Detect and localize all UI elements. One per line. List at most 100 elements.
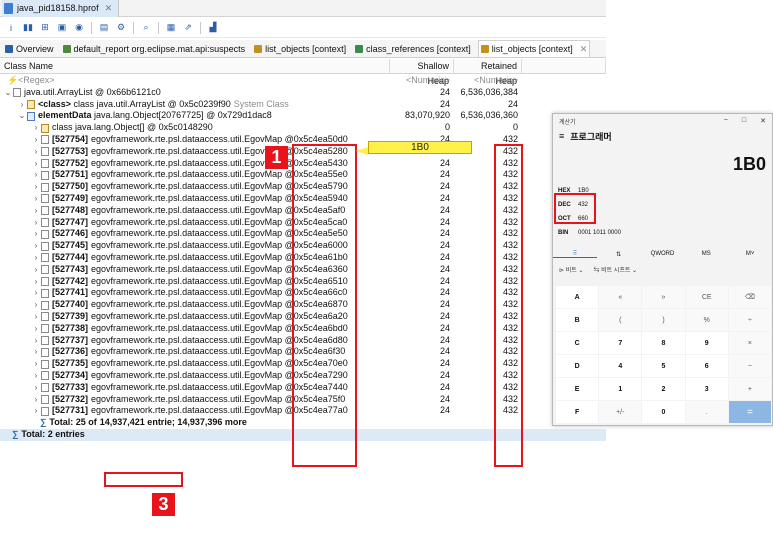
expand-right-icon[interactable]: › (32, 346, 40, 358)
column-header-retained-heap[interactable]: Retained Heap (454, 59, 522, 86)
expand-right-icon[interactable]: › (32, 335, 40, 347)
expand-right-icon[interactable]: › (32, 252, 40, 264)
key-17[interactable]: 5 (642, 355, 685, 377)
info-icon[interactable]: i (4, 21, 18, 35)
key-28[interactable]: . (685, 401, 728, 423)
bitwise-dropdown[interactable]: ⊳ 비트 ⌄ (559, 265, 583, 274)
key-25[interactable]: F (556, 401, 599, 423)
expand-right-icon[interactable]: › (32, 287, 40, 299)
key-4[interactable]: ⌫ (728, 286, 771, 308)
calc-tab-4[interactable]: M˅ (728, 251, 772, 257)
expand-right-icon[interactable]: › (32, 311, 40, 323)
key-12[interactable]: 8 (642, 332, 685, 354)
regex-filter-input[interactable]: <Regex> (18, 75, 55, 87)
subtab-2[interactable]: list_objects [context] (252, 40, 348, 57)
key-6[interactable]: ( (599, 309, 642, 331)
key-15[interactable]: D (556, 355, 599, 377)
key-0[interactable]: A (556, 286, 599, 308)
export-icon[interactable]: ⇗ (181, 21, 195, 35)
calc-tab-1[interactable]: ⇅ (597, 251, 641, 258)
key-8[interactable]: % (685, 309, 728, 331)
expand-right-icon[interactable]: › (32, 193, 40, 205)
key-1[interactable]: « (599, 286, 642, 308)
key-16[interactable]: 4 (599, 355, 642, 377)
key-21[interactable]: 1 (599, 378, 642, 400)
expand-right-icon[interactable]: › (32, 169, 40, 181)
key-10[interactable]: C (556, 332, 599, 354)
column-header-shallow-heap[interactable]: Shallow Heap (390, 59, 454, 86)
key-27[interactable]: 0 (642, 401, 685, 423)
calc-tab-0[interactable]: ⠿ (553, 250, 597, 258)
expand-right-icon[interactable]: › (32, 158, 40, 170)
table-row[interactable]: › class java.lang.Object[] @ 0x5c0148290 0… (0, 122, 606, 134)
minimize-icon[interactable]: − (724, 117, 728, 125)
retained-filter-input[interactable]: <Numeric> (454, 75, 522, 87)
key-22[interactable]: 2 (642, 378, 685, 400)
close-icon[interactable]: ✕ (105, 3, 113, 14)
table-row[interactable]: › <class> class java.util.ArrayList @ 0x5… (0, 99, 606, 111)
key-23[interactable]: 3 (685, 378, 728, 400)
expand-right-icon[interactable]: › (32, 146, 40, 158)
expand-right-icon[interactable]: › (32, 276, 40, 288)
expand-right-icon[interactable]: › (32, 405, 40, 417)
expand-right-icon[interactable]: › (32, 358, 40, 370)
key-29[interactable]: = (728, 401, 771, 423)
hamburger-menu-icon[interactable]: ≡ (559, 131, 564, 141)
filter-row[interactable]: ⚡ <Regex> <Numeric> <Numeric> (0, 75, 606, 87)
expand-right-icon[interactable]: › (32, 299, 40, 311)
key-24[interactable]: + (728, 378, 771, 400)
close-icon[interactable]: ✕ (760, 117, 766, 125)
key-26[interactable]: +/- (599, 401, 642, 423)
report-icon[interactable]: ▤ (97, 21, 111, 35)
search-icon[interactable]: ⌕ (139, 21, 153, 35)
thread-icon[interactable]: ◉ (72, 21, 86, 35)
dominator-tree-icon[interactable]: ⊞ (38, 21, 52, 35)
expand-right-icon[interactable]: › (32, 323, 40, 335)
key-20[interactable]: E (556, 378, 599, 400)
oql-icon[interactable]: ▣ (55, 21, 69, 35)
key-5[interactable]: B (556, 309, 599, 331)
expand-right-icon[interactable]: › (32, 394, 40, 406)
table-row[interactable]: ⌄ java.util.ArrayList @ 0x66b6121c0 24 6,53… (0, 87, 606, 99)
key-18[interactable]: 6 (685, 355, 728, 377)
close-icon[interactable]: ✕ (580, 44, 588, 55)
calc-tab-3[interactable]: MS (684, 251, 728, 257)
key-13[interactable]: 9 (685, 332, 728, 354)
key-11[interactable]: 7 (599, 332, 642, 354)
expand-down-icon[interactable]: ⌄ (4, 87, 12, 99)
shallow-filter-input[interactable]: <Numeric> (390, 75, 454, 87)
hprof-file-tab[interactable]: java_pid18158.hprof ✕ (2, 0, 120, 17)
key-3[interactable]: CE (685, 286, 728, 308)
subtab-4[interactable]: list_objects [context] ✕ (477, 40, 591, 57)
key-2[interactable]: » (642, 286, 685, 308)
expand-down-icon[interactable]: ⌄ (18, 110, 26, 122)
key-7[interactable]: ) (642, 309, 685, 331)
subtab-1[interactable]: default_report org.eclipse.mat.api:suspe… (61, 40, 248, 57)
histogram-icon[interactable]: ▮▮ (21, 21, 35, 35)
expand-right-icon[interactable]: › (32, 217, 40, 229)
expand-right-icon[interactable]: › (18, 99, 26, 111)
expand-right-icon[interactable]: › (32, 181, 40, 193)
expand-right-icon[interactable]: › (32, 240, 40, 252)
expand-right-icon[interactable]: › (32, 134, 40, 146)
expand-right-icon[interactable]: › (32, 264, 40, 276)
key-9[interactable]: ÷ (728, 309, 771, 331)
subtab-3[interactable]: class_references [context] (353, 40, 473, 57)
table-row[interactable]: ⌄ elementData java.lang.Object[20767725] … (0, 110, 606, 122)
expand-right-icon[interactable]: › (32, 122, 40, 134)
expand-right-icon[interactable]: › (32, 205, 40, 217)
radix-row-bin[interactable]: BIN 0001 1011 0000 (558, 226, 772, 240)
group-icon[interactable]: ▦ (164, 21, 178, 35)
expand-right-icon[interactable]: › (32, 382, 40, 394)
query-browser-icon[interactable]: ⚙ (114, 21, 128, 35)
subtab-0[interactable]: Overview (3, 40, 56, 57)
expand-right-icon[interactable]: › (32, 228, 40, 240)
calc-icon[interactable]: ▟ (206, 21, 220, 35)
maximize-icon[interactable]: □ (742, 117, 746, 125)
column-header-class-name[interactable]: Class Name (0, 59, 390, 74)
expand-right-icon[interactable]: › (32, 370, 40, 382)
bit-shift-dropdown[interactable]: ⇆ 비트 시프트 ⌄ (593, 265, 637, 274)
key-14[interactable]: × (728, 332, 771, 354)
key-19[interactable]: − (728, 355, 771, 377)
calc-tab-2[interactable]: QWORD (641, 251, 685, 257)
